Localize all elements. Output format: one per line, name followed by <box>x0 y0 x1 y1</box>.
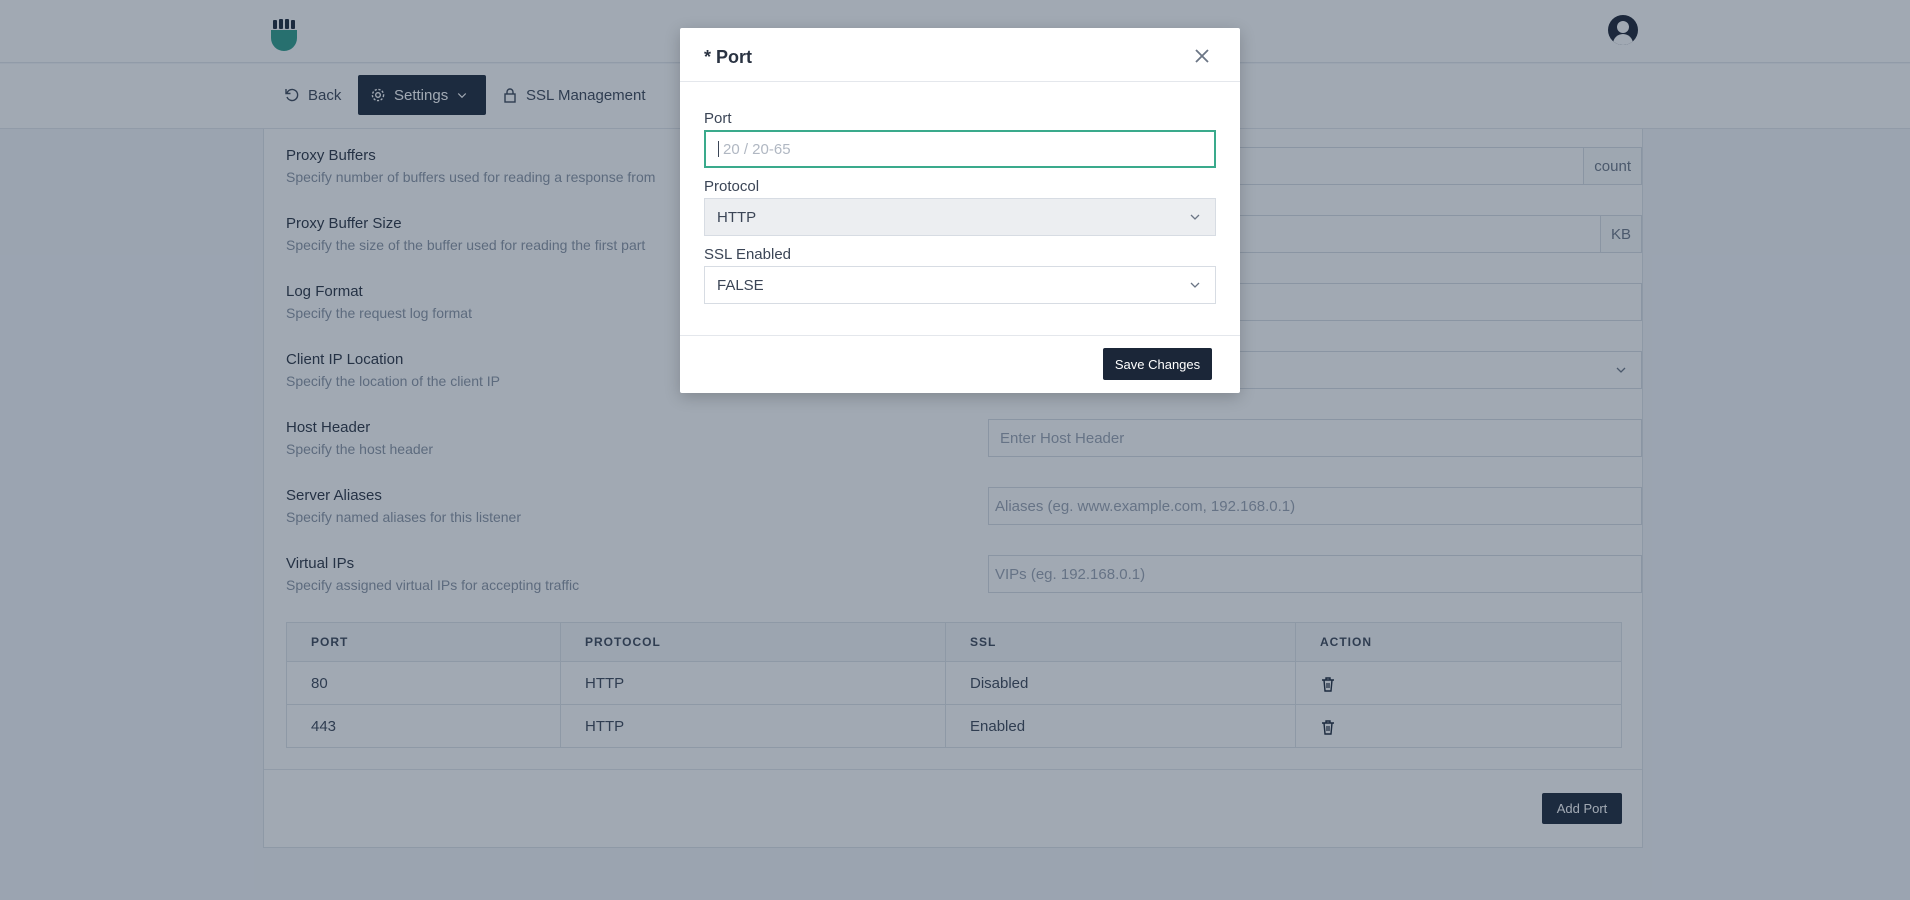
modal-footer-divider <box>680 335 1240 336</box>
chevron-down-icon <box>1190 282 1200 288</box>
port-input[interactable]: 20 / 20-65 <box>704 130 1216 168</box>
chevron-down-icon <box>1190 214 1200 220</box>
port-field-label: Port <box>704 110 732 127</box>
protocol-select[interactable]: HTTP <box>704 198 1216 236</box>
ssl-enabled-select[interactable]: FALSE <box>704 266 1216 304</box>
ssl-enabled-field-label: SSL Enabled <box>704 246 792 263</box>
save-changes-button[interactable]: Save Changes <box>1103 348 1212 380</box>
ssl-enabled-value: FALSE <box>717 276 764 294</box>
protocol-field-label: Protocol <box>704 178 760 195</box>
text-cursor <box>718 141 719 157</box>
modal-header: * Port <box>680 28 1240 82</box>
port-modal: * Port Port 20 / 20-65 Protocol HTTP SSL… <box>680 28 1240 393</box>
modal-title: * Port <box>704 47 753 67</box>
port-placeholder: 20 / 20-65 <box>723 140 791 158</box>
close-icon[interactable] <box>1194 48 1210 64</box>
protocol-value: HTTP <box>717 208 757 226</box>
